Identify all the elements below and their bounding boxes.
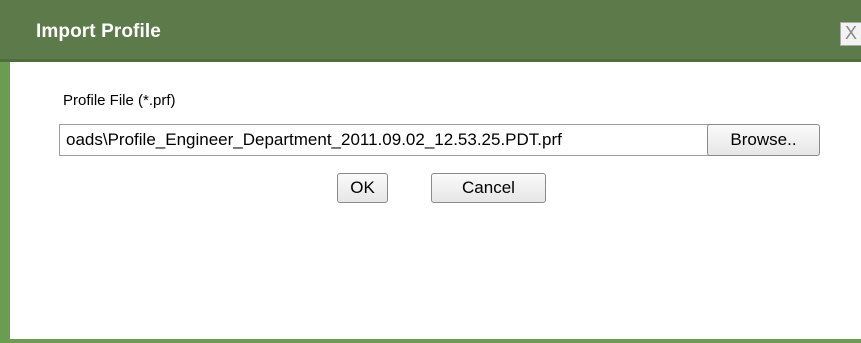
- profile-file-input[interactable]: [59, 124, 711, 156]
- ok-button[interactable]: OK: [337, 173, 388, 203]
- browse-button[interactable]: Browse..: [707, 124, 820, 156]
- import-profile-dialog: Import Profile X Profile File (*.prf) Br…: [0, 0, 861, 343]
- dialog-title: Import Profile: [36, 21, 161, 42]
- close-icon[interactable]: X: [840, 22, 861, 46]
- dialog-body: Profile File (*.prf) Browse.. OK Cancel: [10, 62, 861, 339]
- profile-file-label: Profile File (*.prf): [63, 92, 176, 109]
- dialog-titlebar[interactable]: Import Profile X: [0, 0, 861, 62]
- cancel-button[interactable]: Cancel: [431, 173, 546, 203]
